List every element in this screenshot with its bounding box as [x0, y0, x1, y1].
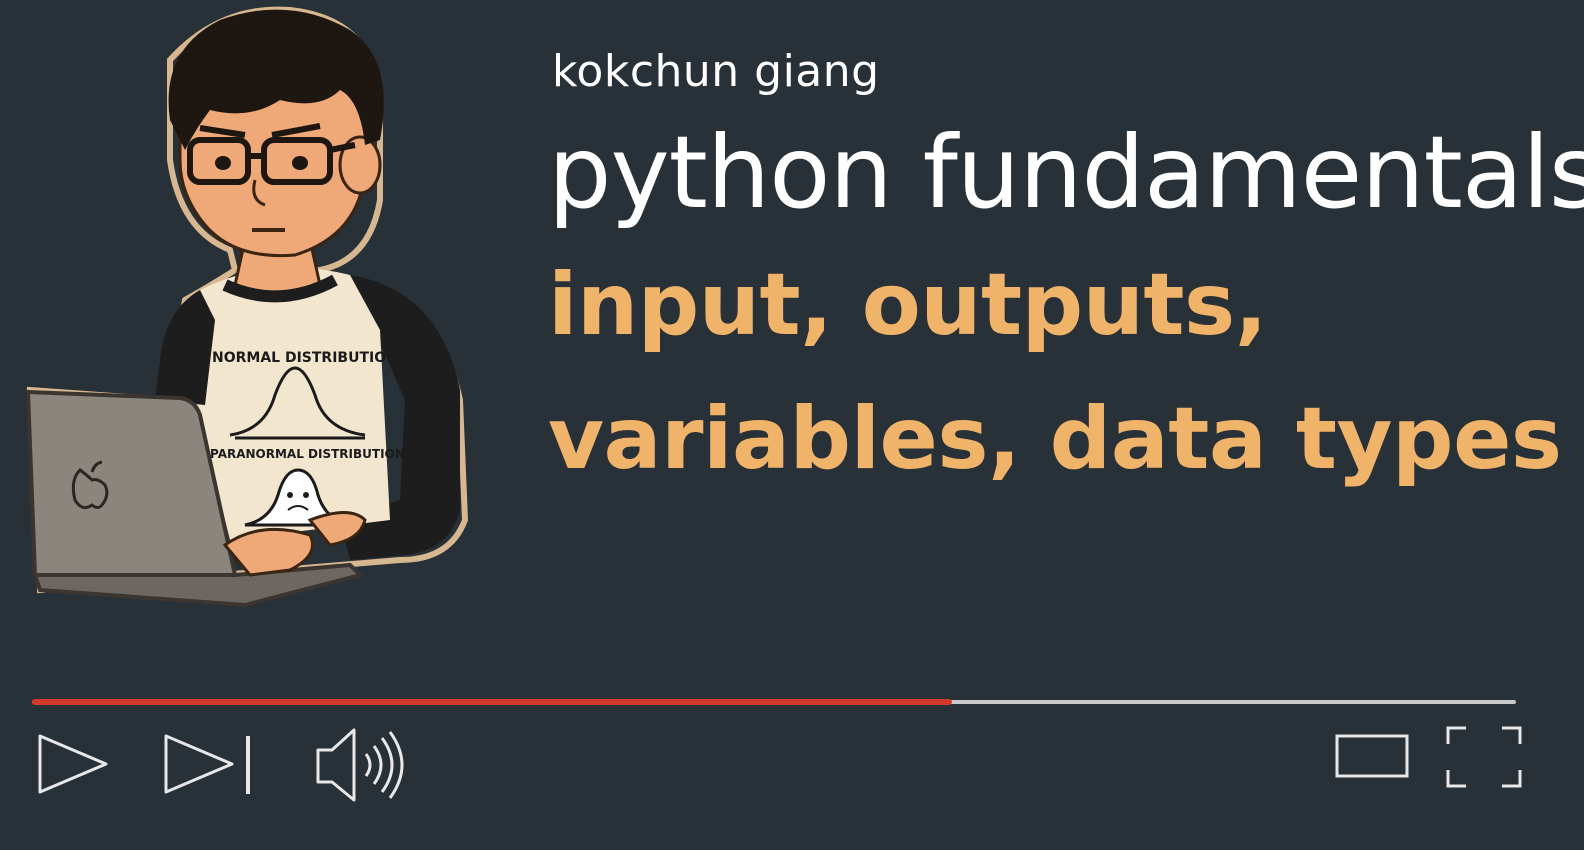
developer-illustration: NORMAL DISTRIBUTION PARANORMAL DISTRIBUT…: [20, 0, 480, 620]
play-button[interactable]: [36, 732, 112, 796]
next-button[interactable]: [162, 732, 258, 796]
course-title: python fundamentals: [548, 114, 1584, 231]
thumbnail: NORMAL DISTRIBUTION PARANORMAL DISTRIBUT…: [0, 0, 1584, 850]
author-name: kokchun giang: [552, 46, 880, 97]
progress-fill: [32, 699, 953, 705]
fullscreen-icon: [1446, 726, 1522, 788]
play-icon: [38, 734, 108, 794]
skip-next-icon: [164, 734, 250, 794]
shirt-bottom-text: PARANORMAL DISTRIBUTION: [210, 447, 405, 461]
progress-bar[interactable]: [32, 697, 1516, 707]
shirt-top-text: NORMAL DISTRIBUTION: [212, 350, 398, 366]
fullscreen-button[interactable]: [1444, 724, 1524, 790]
volume-button[interactable]: [312, 724, 408, 806]
volume-icon: [316, 728, 404, 802]
topic-line-1: input, outputs,: [548, 255, 1267, 355]
topic-line-2: variables, data types: [548, 389, 1562, 489]
theater-mode-icon: [1335, 734, 1409, 778]
theater-mode-button[interactable]: [1334, 732, 1410, 780]
